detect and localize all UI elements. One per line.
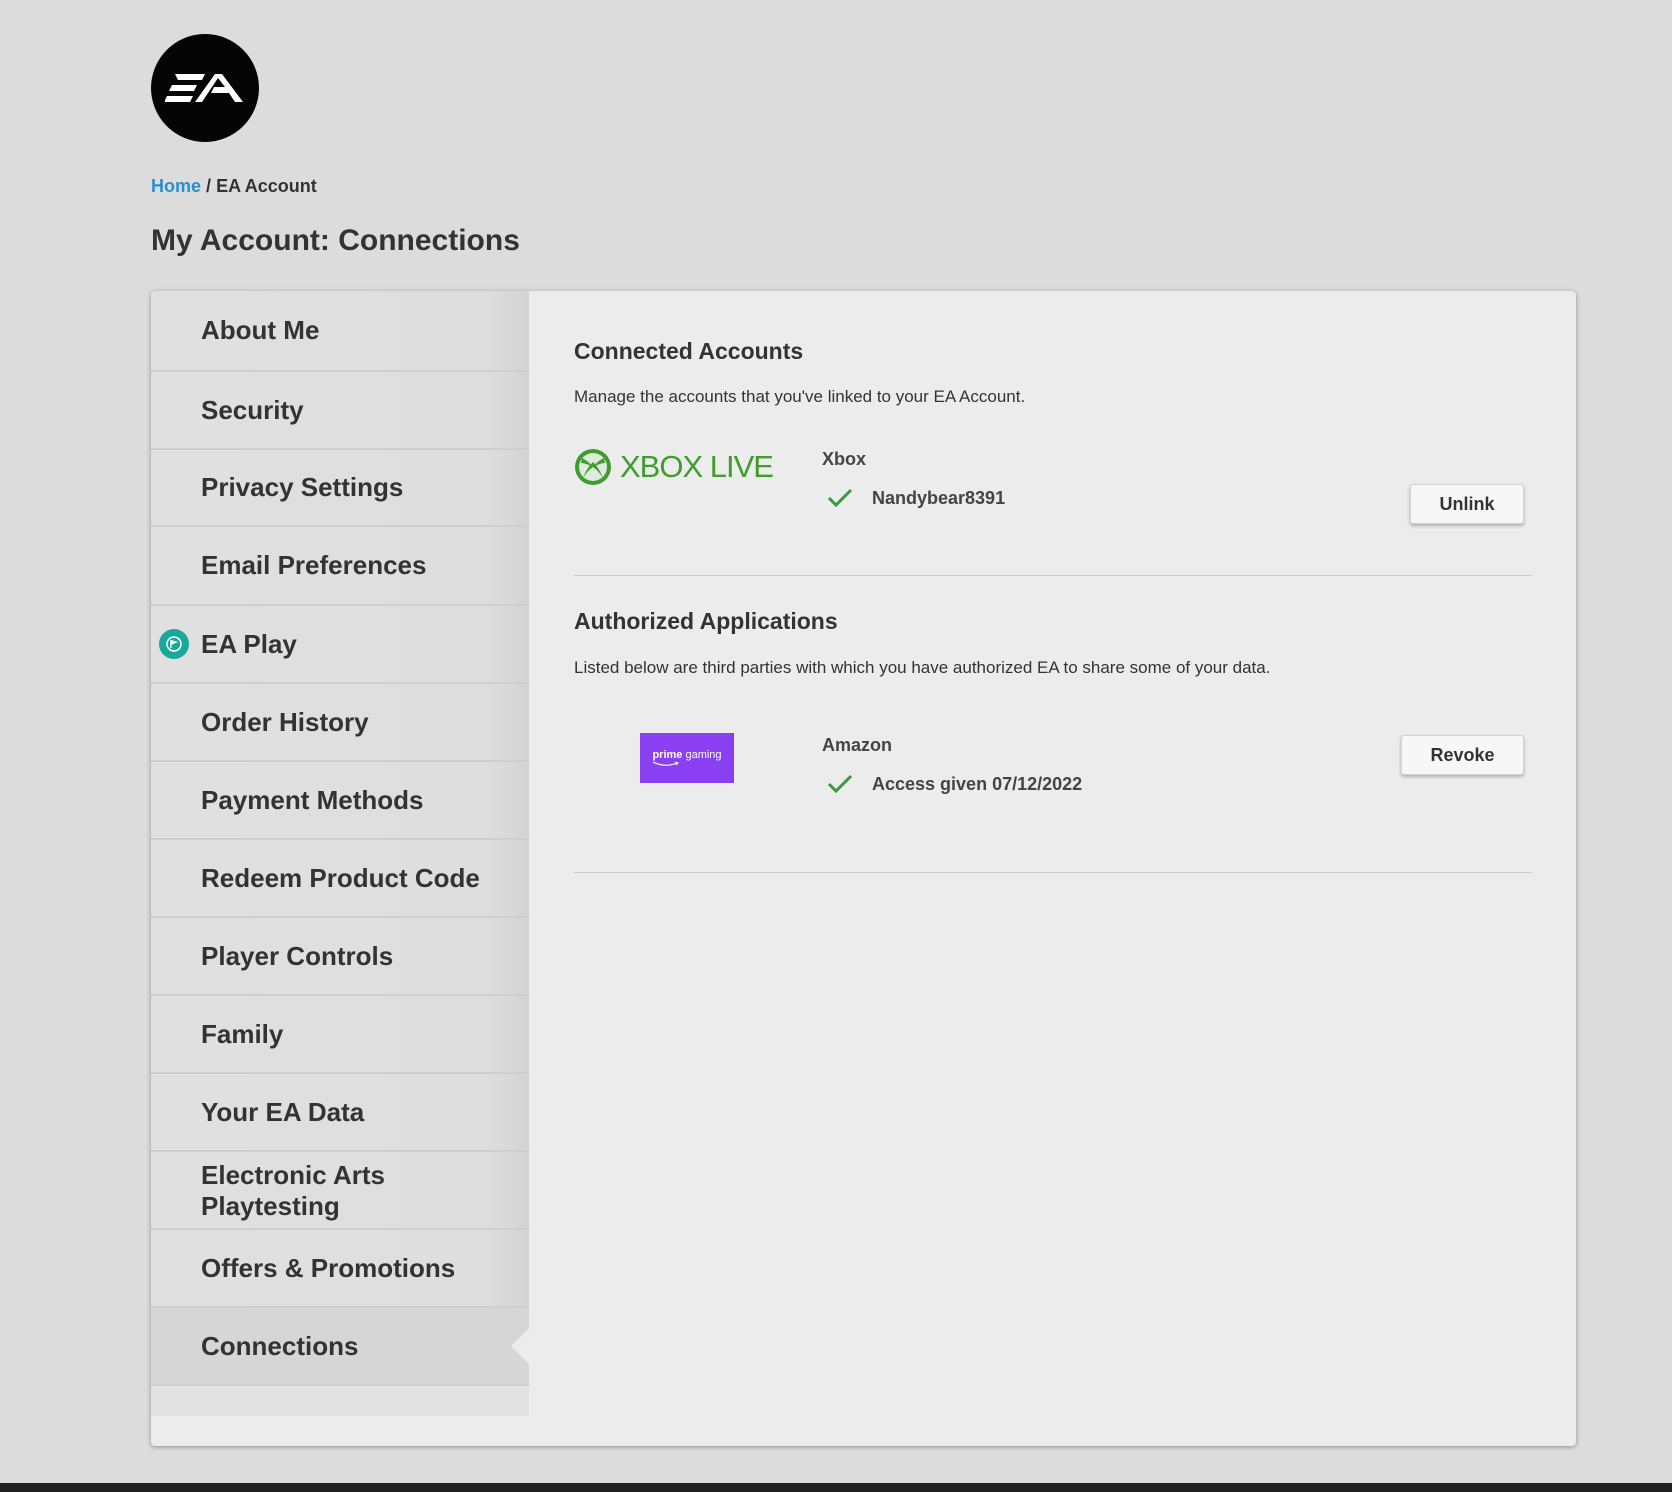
sidebar-item-label: Electronic Arts Playtesting xyxy=(201,1160,385,1221)
sidebar-item-payment-methods[interactable]: Payment Methods xyxy=(151,762,529,840)
amazon-smile-icon xyxy=(653,761,680,766)
sidebar-item-privacy-settings[interactable]: Privacy Settings xyxy=(151,450,529,527)
sidebar-item-label: Player Controls xyxy=(201,940,394,971)
ea-play-icon xyxy=(159,629,189,659)
sidebar-item-label: Security xyxy=(201,394,304,425)
account-panel: About Me Security Privacy Settings Email… xyxy=(151,291,1576,1446)
sidebar-item-electronic-arts-playtesting[interactable]: Electronic Arts Playtesting xyxy=(151,1152,529,1230)
sidebar-item-ea-play[interactable]: EA Play xyxy=(151,606,529,684)
xbox-linked-status: Nandybear8391 xyxy=(822,487,1005,509)
gaming-logo-text: gaming xyxy=(685,749,722,761)
connected-accounts-title: Connected Accounts xyxy=(574,338,804,364)
authorized-applications-title: Authorized Applications xyxy=(574,608,838,634)
sidebar-item-label: Offers & Promotions xyxy=(201,1252,456,1283)
sidebar-item-label: Connections xyxy=(201,1330,359,1361)
breadcrumb-separator: / xyxy=(206,176,212,196)
breadcrumb-current: EA Account xyxy=(216,176,317,196)
revoke-button[interactable]: Revoke xyxy=(1401,735,1524,775)
sidebar-item-offers-promotions[interactable]: Offers & Promotions xyxy=(151,1230,529,1308)
sidebar-item-about-me[interactable]: About Me xyxy=(151,291,529,372)
xbox-live-logo: XBOX LIVE xyxy=(574,448,774,486)
ea-logo-icon xyxy=(165,74,243,102)
xbox-icon xyxy=(575,449,611,485)
sidebar-item-label: Order History xyxy=(201,706,369,737)
prime-gaming-logo: prime gaming xyxy=(640,733,734,783)
ea-logo[interactable] xyxy=(151,34,259,142)
sidebar-item-label: About Me xyxy=(201,315,320,345)
sidebar-item-family[interactable]: Family xyxy=(151,996,529,1074)
bottom-bar xyxy=(0,1483,1672,1492)
unlink-button[interactable]: Unlink xyxy=(1410,484,1524,524)
amazon-service-name: Amazon xyxy=(822,735,893,755)
authorized-applications-description: Listed below are third parties with whic… xyxy=(574,658,1271,677)
section-divider xyxy=(574,575,1532,576)
prime-logo-text: prime xyxy=(652,749,683,761)
sidebar-item-label: Privacy Settings xyxy=(201,472,404,502)
sidebar-item-order-history[interactable]: Order History xyxy=(151,684,529,762)
sidebar-item-label: Redeem Product Code xyxy=(201,862,480,893)
sidebar-item-security[interactable]: Security xyxy=(151,372,529,450)
access-given-text: Access given 07/12/2022 xyxy=(872,773,1083,794)
breadcrumb-home-link[interactable]: Home xyxy=(151,176,201,196)
sidebar-item-player-controls[interactable]: Player Controls xyxy=(151,918,529,996)
page-title: My Account: Connections xyxy=(151,224,520,257)
amazon-access-status: Access given 07/12/2022 xyxy=(822,773,1082,795)
sidebar-item-your-ea-data[interactable]: Your EA Data xyxy=(151,1074,529,1152)
sidebar-item-label: Email Preferences xyxy=(201,550,427,580)
check-icon xyxy=(827,488,853,508)
sidebar-item-label: Your EA Data xyxy=(201,1096,365,1127)
sidebar-item-label: Payment Methods xyxy=(201,784,424,815)
sidebar-item-email-preferences[interactable]: Email Preferences xyxy=(151,527,529,606)
sidebar-item-redeem-product-code[interactable]: Redeem Product Code xyxy=(151,840,529,918)
sidebar-item-connections[interactable]: Connections xyxy=(151,1308,529,1386)
xbox-live-wordmark: XBOX LIVE xyxy=(620,449,774,484)
sidebar-item-label: EA Play xyxy=(201,628,297,659)
breadcrumb: Home / EA Account xyxy=(151,176,317,197)
account-sidebar: About Me Security Privacy Settings Email… xyxy=(151,291,529,1416)
xbox-username: Nandybear8391 xyxy=(872,487,1006,508)
sidebar-item-label: Family xyxy=(201,1018,284,1049)
section-divider xyxy=(574,872,1532,873)
xbox-service-name: Xbox xyxy=(822,449,867,469)
connected-accounts-description: Manage the accounts that you've linked t… xyxy=(574,387,1026,406)
check-icon xyxy=(827,774,853,794)
